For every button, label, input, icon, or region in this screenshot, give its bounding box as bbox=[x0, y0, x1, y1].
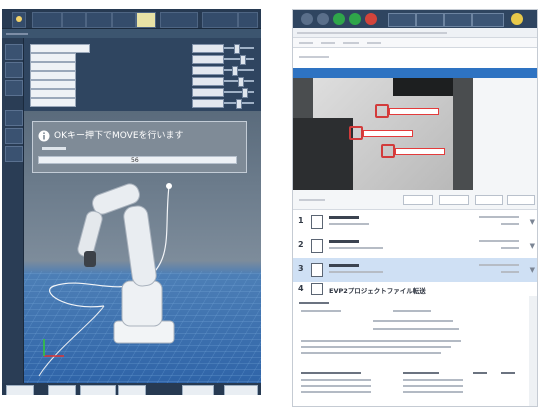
joint-slider-6[interactable] bbox=[236, 99, 242, 109]
vision-app-window: 1 ▼ 2 ▼ 3 ▼ 4 EVP2プロジェクトファイル転送 bbox=[292, 9, 538, 407]
toolbar-box-1[interactable] bbox=[388, 13, 416, 27]
side-button-3[interactable] bbox=[5, 80, 23, 96]
flow-step-selected[interactable]: 3 ▼ bbox=[293, 258, 537, 283]
detected-part-marker bbox=[349, 126, 363, 140]
side-button-6[interactable] bbox=[5, 146, 23, 162]
flow-step-number: 1 bbox=[298, 216, 304, 225]
position-field-6[interactable] bbox=[30, 89, 76, 98]
flow-step[interactable]: 4 EVP2プロジェクトファイル転送 bbox=[293, 282, 537, 297]
dialog-caption-placeholder bbox=[42, 147, 66, 150]
document-icon bbox=[311, 215, 323, 229]
result-detail-panel bbox=[293, 296, 537, 406]
detected-part-marker bbox=[375, 104, 389, 118]
scrollbar[interactable] bbox=[529, 296, 537, 406]
lightbulb-icon[interactable] bbox=[12, 12, 26, 28]
side-button-4[interactable] bbox=[5, 110, 23, 126]
move-progress-bar: 56 bbox=[38, 156, 237, 164]
info-icon bbox=[38, 130, 50, 142]
bottom-button-2[interactable] bbox=[48, 385, 76, 395]
progress-value: 56 bbox=[131, 157, 139, 164]
chevron-down-icon: ▼ bbox=[529, 266, 535, 274]
detection-label-placeholder bbox=[389, 108, 439, 115]
app-toolbar bbox=[293, 10, 537, 28]
flow-button-2[interactable] bbox=[439, 195, 469, 205]
side-button-1[interactable] bbox=[5, 44, 23, 60]
flow-header bbox=[293, 190, 537, 210]
joint-slider-1[interactable] bbox=[234, 44, 240, 54]
toolbar-button-7[interactable] bbox=[202, 12, 238, 28]
flow-step[interactable]: 1 ▼ bbox=[293, 210, 537, 235]
flow-button-3[interactable] bbox=[475, 195, 503, 205]
detected-part-marker bbox=[381, 144, 395, 158]
position-field-7[interactable] bbox=[30, 98, 76, 107]
flow-step-number: 2 bbox=[298, 240, 304, 249]
position-field-3[interactable] bbox=[30, 62, 76, 71]
joint-slider-3[interactable] bbox=[232, 66, 238, 76]
toolbar-box-2[interactable] bbox=[416, 13, 444, 27]
joint-field-1[interactable] bbox=[192, 44, 224, 53]
flow-step-number: 4 bbox=[298, 284, 304, 293]
toolbar-button-3[interactable] bbox=[86, 12, 112, 28]
joint-slider-5[interactable] bbox=[242, 88, 248, 98]
position-field-2[interactable] bbox=[30, 53, 76, 62]
toolbar-button-4[interactable] bbox=[112, 12, 136, 28]
flow-step-title: EVP2プロジェクトファイル転送 bbox=[329, 287, 426, 295]
toolbar-icon-2[interactable] bbox=[317, 13, 329, 25]
chevron-down-icon: ▼ bbox=[529, 218, 535, 226]
toolbar-button-2[interactable] bbox=[62, 12, 86, 28]
toolbar-button-5[interactable] bbox=[136, 12, 156, 28]
teach-pendant-screen: OKキー押下でMOVEを行います 56 bbox=[2, 9, 261, 395]
position-field-5[interactable] bbox=[30, 80, 76, 89]
toolbar-button-8[interactable] bbox=[238, 12, 258, 28]
position-field-1[interactable] bbox=[30, 44, 90, 53]
flow-step-number: 3 bbox=[298, 264, 304, 273]
bottom-button-5[interactable] bbox=[182, 385, 214, 395]
run-step-icon[interactable] bbox=[349, 13, 361, 25]
document-icon bbox=[311, 283, 323, 295]
search-icon bbox=[311, 239, 323, 253]
run-icon[interactable] bbox=[333, 13, 345, 25]
joint-field-3[interactable] bbox=[192, 66, 224, 75]
camera-image bbox=[293, 78, 473, 190]
toolbar-button-1[interactable] bbox=[32, 12, 62, 28]
detection-label-placeholder bbox=[395, 148, 445, 155]
menu-bar bbox=[293, 38, 537, 48]
joint-field-4[interactable] bbox=[192, 77, 224, 86]
joint-field-5[interactable] bbox=[192, 88, 224, 97]
flow-button-4[interactable] bbox=[507, 195, 535, 205]
view-tabs bbox=[293, 48, 537, 68]
toolbar-box-4[interactable] bbox=[472, 13, 504, 27]
flow-button-1[interactable] bbox=[403, 195, 433, 205]
joint-slider-4[interactable] bbox=[238, 77, 244, 87]
bottom-button-3[interactable] bbox=[80, 385, 116, 395]
toolbar-icon-1[interactable] bbox=[301, 13, 313, 25]
side-button-2[interactable] bbox=[5, 62, 23, 78]
camera-view-header bbox=[293, 68, 537, 78]
dialog-message: OKキー押下でMOVEを行います bbox=[54, 131, 184, 141]
joint-field-6[interactable] bbox=[192, 99, 224, 108]
side-button-5[interactable] bbox=[5, 128, 23, 144]
chevron-down-icon: ▼ bbox=[529, 242, 535, 250]
bottom-button-4[interactable] bbox=[118, 385, 146, 395]
joint-slider-2[interactable] bbox=[240, 55, 246, 65]
toolbar-button-6[interactable] bbox=[160, 12, 198, 28]
position-field-4[interactable] bbox=[30, 71, 76, 80]
camera-side-panel bbox=[473, 78, 537, 190]
bottom-button-6[interactable] bbox=[224, 385, 258, 395]
flow-step[interactable]: 2 ▼ bbox=[293, 234, 537, 259]
lightbulb-icon[interactable] bbox=[511, 13, 523, 25]
download-icon bbox=[311, 263, 323, 277]
toolbar-box-3[interactable] bbox=[444, 13, 472, 27]
bottom-button-1[interactable] bbox=[6, 385, 34, 395]
detection-label-placeholder bbox=[363, 130, 413, 137]
pendant-side-menu bbox=[2, 38, 24, 383]
file-path-bar bbox=[293, 28, 537, 38]
pendant-toolbar bbox=[2, 9, 261, 29]
pendant-subheader bbox=[2, 29, 261, 38]
stop-icon[interactable] bbox=[365, 13, 377, 25]
joint-field-2[interactable] bbox=[192, 55, 224, 64]
